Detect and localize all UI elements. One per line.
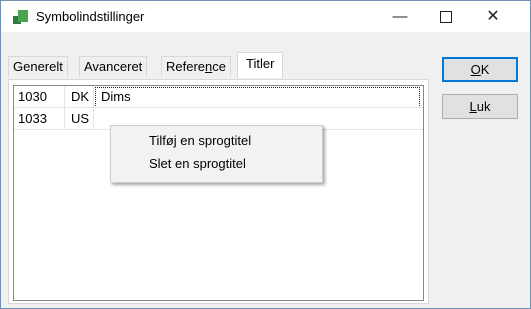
tab-label-rest: ce <box>212 59 226 74</box>
menu-item-add-title[interactable]: Tilføj en sprogtitel <box>149 130 251 152</box>
tab-label: Titler <box>246 56 275 71</box>
window-title: Symbolindstillinger <box>36 9 145 24</box>
tab-avanceret[interactable]: Avanceret <box>79 56 148 77</box>
ok-button[interactable]: OK <box>442 57 518 82</box>
context-menu: Tilføj en sprogtitel Slet en sprogtitel <box>110 125 323 183</box>
title-list[interactable]: 1030 DK Dims 1033 US <box>13 85 424 301</box>
ok-accelerator: O <box>470 62 481 77</box>
minimize-icon: — <box>392 8 408 25</box>
close-window-button[interactable]: ✕ <box>470 1 516 32</box>
ok-label: K <box>480 62 490 77</box>
maximize-icon <box>440 11 452 24</box>
app-icon <box>13 10 29 26</box>
tab-generelt[interactable]: Generelt <box>8 56 68 77</box>
tab-label: Avanceret <box>84 59 143 74</box>
row-id: 1030 <box>18 89 47 104</box>
row-title: Dims <box>101 89 131 104</box>
close-accelerator: L <box>469 99 477 114</box>
close-button[interactable]: Luk <box>442 94 518 119</box>
minimize-button[interactable]: — <box>377 1 423 32</box>
tab-reference[interactable]: Reference <box>161 56 231 77</box>
dialog-window: Symbolindstillinger — ✕ Generelt Avancer… <box>0 0 531 309</box>
focus-rect <box>95 87 420 108</box>
list-row[interactable]: 1030 DK Dims <box>14 86 423 108</box>
tab-label: Generelt <box>13 59 63 74</box>
close-icon: ✕ <box>486 8 500 25</box>
menu-item-delete-title[interactable]: Slet en sprogtitel <box>149 153 246 175</box>
maximize-button[interactable] <box>423 1 469 32</box>
row-language: US <box>71 111 90 126</box>
row-id: 1033 <box>18 111 47 126</box>
tab-titler[interactable]: Titler <box>237 52 284 78</box>
title-bar[interactable]: Symbolindstillinger — ✕ <box>1 1 530 32</box>
tab-label: Refere <box>166 59 206 74</box>
row-language: DK <box>71 89 90 104</box>
close-label: uk <box>476 99 491 114</box>
